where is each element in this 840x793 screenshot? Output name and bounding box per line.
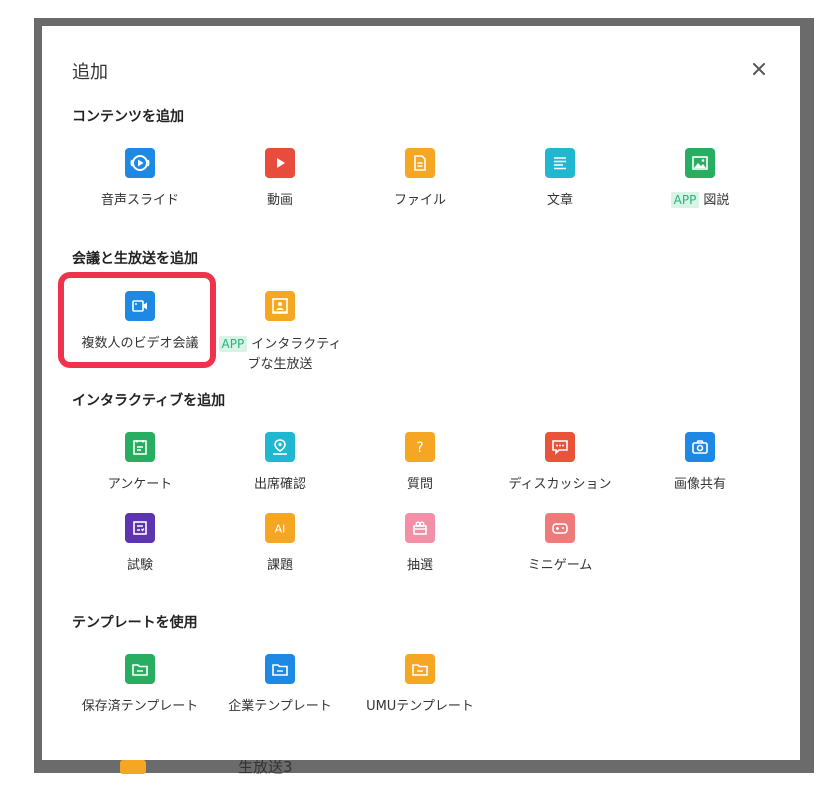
tile-label: 画像共有 — [673, 477, 726, 492]
tile-label: ファイル — [393, 193, 446, 208]
add-illustration-button[interactable]: APP 図説 — [620, 148, 780, 210]
add-interactive-live-button[interactable]: APP インタラクティブな生放送 — [200, 291, 360, 375]
add-file-button[interactable]: ファイル — [340, 148, 500, 210]
add-modal: 追加 コンテンツを追加 音声スライド 動画 ファイル 文章 APP 図説 会議と… — [42, 26, 800, 760]
tile-label: ディスカッション — [508, 477, 612, 492]
tile-label: ミニゲーム — [527, 558, 593, 573]
section-title-meeting: 会議と生放送を追加 — [72, 251, 198, 267]
lottery-icon — [405, 513, 435, 543]
section-title-interactive: インタラクティブを追加 — [72, 393, 226, 409]
discussion-icon — [545, 432, 575, 462]
company-template-button[interactable]: 企業テンプレート — [200, 654, 360, 716]
tile-label: アンケート — [107, 477, 173, 492]
add-exam-button[interactable]: 試験 — [60, 513, 220, 575]
add-survey-button[interactable]: アンケート — [60, 432, 220, 494]
tile-label: 図説 — [703, 193, 730, 208]
tile-label: 出席確認 — [253, 477, 306, 492]
folder-icon — [405, 654, 435, 684]
background-item-icon — [120, 760, 146, 774]
saved-template-button[interactable]: 保存済テンプレート — [60, 654, 220, 716]
umu-template-button[interactable]: UMUテンプレート — [340, 654, 500, 716]
video-conference-icon — [125, 291, 155, 321]
tile-label: インタラクティブな生放送 — [247, 337, 342, 372]
audio-slide-icon — [125, 148, 155, 178]
tile-label: 抽選 — [406, 558, 433, 573]
close-button[interactable] — [750, 60, 768, 78]
tile-label: 企業テンプレート — [228, 699, 332, 714]
tile-label: 動画 — [266, 193, 293, 208]
live-broadcast-icon — [265, 291, 295, 321]
section-title-content: コンテンツを追加 — [72, 109, 184, 125]
question-icon: ? — [405, 432, 435, 462]
assignment-ai-icon: AI — [265, 513, 295, 543]
add-attendance-button[interactable]: 出席確認 — [200, 432, 360, 494]
tile-label: 複数人のビデオ会議 — [81, 336, 199, 351]
app-tag: APP — [218, 336, 248, 352]
gamepad-icon — [545, 513, 575, 543]
add-article-button[interactable]: 文章 — [480, 148, 640, 210]
svg-text:AI: AI — [275, 523, 286, 536]
tile-label: 質問 — [406, 477, 433, 492]
close-icon — [753, 63, 765, 75]
survey-icon — [125, 432, 155, 462]
app-tag: APP — [670, 192, 700, 208]
tile-label: 課題 — [266, 558, 293, 573]
camera-icon — [685, 432, 715, 462]
image-icon — [685, 148, 715, 178]
add-question-button[interactable]: ? 質問 — [340, 432, 500, 494]
location-checkin-icon — [265, 432, 295, 462]
tile-label: 保存済テンプレート — [81, 699, 199, 714]
tile-label: 試験 — [126, 558, 153, 573]
add-video-conference-button[interactable]: 複数人のビデオ会議 — [60, 291, 220, 353]
add-minigame-button[interactable]: ミニゲーム — [480, 513, 640, 575]
tile-label: 音声スライド — [100, 193, 179, 208]
svg-text:?: ? — [416, 440, 423, 456]
folder-icon — [125, 654, 155, 684]
tile-label: UMUテンプレート — [366, 699, 474, 714]
exam-icon — [125, 513, 155, 543]
add-discussion-button[interactable]: ディスカッション — [480, 432, 640, 494]
article-icon — [545, 148, 575, 178]
add-assignment-button[interactable]: AI 課題 — [200, 513, 360, 575]
modal-title: 追加 — [72, 62, 108, 83]
section-title-template: テンプレートを使用 — [72, 615, 198, 631]
folder-icon — [265, 654, 295, 684]
add-audio-slide-button[interactable]: 音声スライド — [60, 148, 220, 210]
tile-label: 文章 — [546, 193, 573, 208]
add-lottery-button[interactable]: 抽選 — [340, 513, 500, 575]
add-video-button[interactable]: 動画 — [200, 148, 360, 210]
video-play-icon — [265, 148, 295, 178]
add-image-share-button[interactable]: 画像共有 — [620, 432, 780, 494]
file-icon — [405, 148, 435, 178]
